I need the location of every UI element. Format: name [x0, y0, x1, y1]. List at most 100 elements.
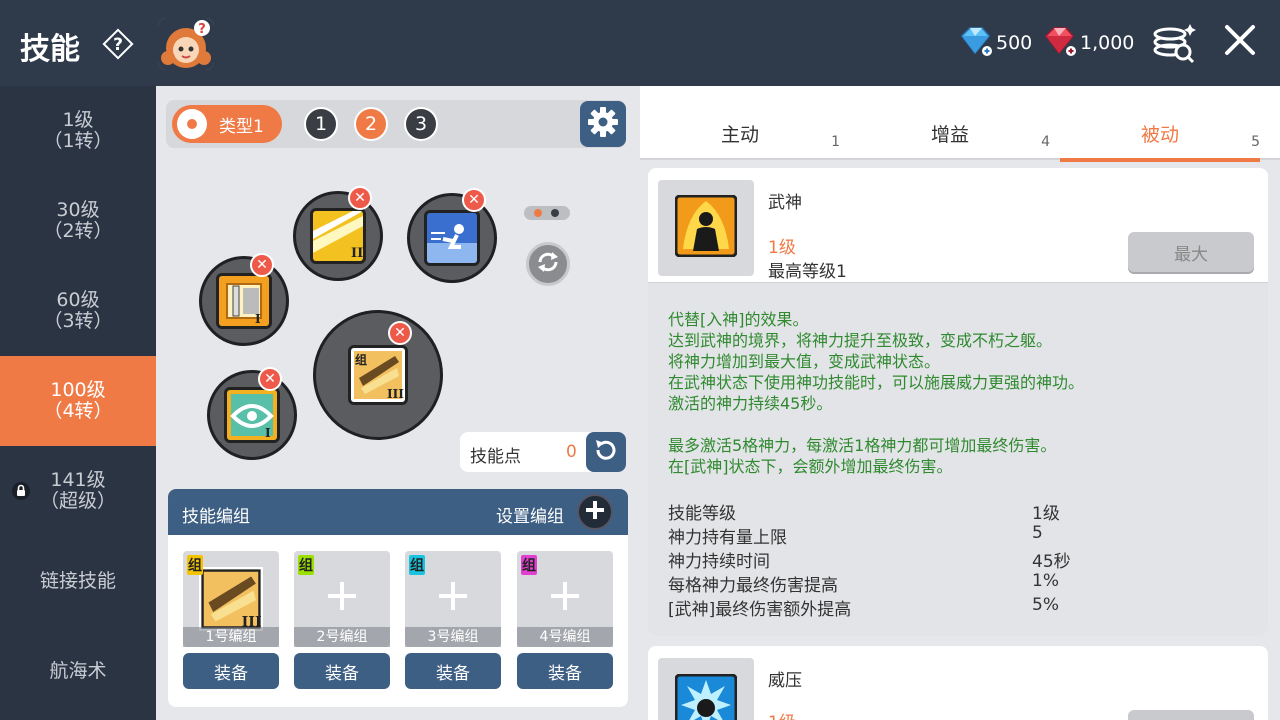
skill-icon-frame: [658, 180, 754, 276]
skill-max-level: 最高等级1: [768, 262, 847, 282]
sidebar-item-sublabel: （1转）: [43, 130, 113, 152]
lightning-skill-icon: II: [310, 208, 366, 264]
refresh-icon: [593, 437, 619, 467]
reset-skill-points-button[interactable]: [586, 432, 626, 472]
skill-slot-left[interactable]: I ✕: [199, 253, 289, 346]
skill-group-title: 技能编组: [182, 507, 250, 527]
sidebar-item-level-100[interactable]: 100级 （4转）: [0, 356, 156, 446]
tab-buff-skills[interactable]: 增益 4: [850, 86, 1060, 160]
help-icon[interactable]: ?: [99, 25, 137, 63]
helper-avatar[interactable]: ?: [158, 18, 214, 70]
sidebar-item-sublabel: （超级）: [39, 490, 116, 512]
group-tag: 组: [521, 555, 537, 575]
stat-value: 5%: [1032, 595, 1059, 615]
remove-skill-button[interactable]: ✕: [348, 186, 372, 210]
preset-type-label: 类型1: [219, 116, 264, 137]
stat-key: 技能等级: [668, 504, 736, 524]
swap-button[interactable]: [526, 242, 570, 286]
equip-button-1[interactable]: 装备: [183, 653, 279, 689]
close-icon[interactable]: [1222, 22, 1258, 58]
group-slot-label: 4号编组: [517, 627, 613, 647]
red-gem-icon: [1042, 26, 1076, 61]
sidebar-item-label: 60级: [56, 289, 100, 311]
group-slot-3[interactable]: 组 3号编组: [405, 551, 501, 647]
set-group-label[interactable]: 设置编组: [496, 502, 564, 527]
refresh-icon: [534, 248, 562, 280]
settings-button[interactable]: [580, 101, 626, 147]
gear-icon: [587, 106, 619, 142]
skill-stats: 技能等级 1级 神力持有量上限 5 神力持续时间 45秒 每格神力最终伤害提高 1% […: [668, 499, 1228, 620]
preset-bar: 类型1 1 2 3: [166, 100, 626, 148]
sidebar-item-navigation[interactable]: 航海术: [0, 626, 156, 716]
combo-skill-icon: III: [199, 567, 263, 631]
skill-name: 武神: [768, 193, 802, 213]
preset-type-button[interactable]: 类型1: [172, 105, 282, 143]
group-slot-1[interactable]: III 组 1号编组: [183, 551, 279, 647]
equip-button-2[interactable]: 装备: [294, 653, 390, 689]
group-slot-label: 2号编组: [294, 627, 390, 647]
stat-value: 45秒: [1032, 552, 1071, 572]
svg-text:III: III: [387, 387, 404, 401]
top-bar: 技能 ? ? 500 1,000: [0, 0, 1280, 86]
group-slot-4[interactable]: 组 4号编组: [517, 551, 613, 647]
preset-number-1[interactable]: 1: [304, 107, 338, 141]
sidebar-item-label: 航海术: [49, 659, 107, 682]
gem-currency[interactable]: 500: [958, 26, 1032, 61]
sidebar-item-link-skills[interactable]: 链接技能: [0, 536, 156, 626]
tab-count: 5: [1251, 134, 1260, 150]
coin-search-icon[interactable]: [1150, 20, 1198, 64]
max-level-button[interactable]: [1128, 710, 1254, 720]
remove-skill-button[interactable]: ✕: [388, 321, 412, 345]
tab-count: 4: [1041, 134, 1050, 150]
lock-icon: [12, 482, 30, 505]
skill-slot-center-large[interactable]: 组 III ✕: [313, 310, 443, 440]
remove-skill-button[interactable]: ✕: [258, 367, 282, 391]
sidebar-item-level-141[interactable]: 141级 （超级）: [0, 446, 156, 536]
skill-card[interactable]: 武神 1级 最高等级1 最大 代替[入神]的效果。 达到武神的境界，将神力提升至…: [648, 168, 1268, 636]
wave-skill-icon: I: [224, 387, 280, 443]
blue-gem-icon: [958, 26, 992, 61]
sidebar-item-label: 100级: [50, 379, 106, 401]
sidebar-item-label: 141级: [50, 469, 106, 491]
plus-icon: [585, 500, 605, 525]
stat-key: 神力持续时间: [668, 552, 770, 572]
skill-points-box: 技能点 0: [460, 432, 626, 472]
preset-number-3[interactable]: 3: [404, 107, 438, 141]
skill-icon-frame: [658, 658, 754, 720]
stat-key: 每格神力最终伤害提高: [668, 576, 838, 596]
stat-row: 神力持续时间 45秒: [668, 547, 1228, 572]
skill-preset-panel: 类型1 1 2 3 II ✕ ✕ I ✕ 组 III ✕ I ✕ 技能点 0 技…: [156, 86, 640, 720]
skill-group-panel: 技能编组 设置编组 III 组 1号编组 组 2号编组 组 3号编组 组 4号编…: [168, 489, 628, 707]
svg-text:组: 组: [355, 352, 367, 367]
equip-button-4[interactable]: 装备: [517, 653, 613, 689]
skill-level: 1级: [768, 708, 796, 720]
sidebar-item-level-30[interactable]: 30级 （2转）: [0, 176, 156, 266]
sidebar-item-level-1[interactable]: 1级 （1转）: [0, 86, 156, 176]
sidebar-item-sublabel: （2转）: [43, 220, 113, 242]
preset-number-2[interactable]: 2: [354, 107, 388, 141]
svg-text:?: ?: [198, 22, 206, 37]
skill-slot-top-right[interactable]: ✕: [407, 188, 497, 283]
skill-slot-bottom-left[interactable]: I ✕: [207, 367, 297, 460]
add-group-button[interactable]: [577, 494, 613, 530]
equip-button-3[interactable]: 装备: [405, 653, 501, 689]
group-slot-2[interactable]: 组 2号编组: [294, 551, 390, 647]
sidebar-item-sublabel: （4转）: [43, 400, 113, 422]
skill-points-label: 技能点: [470, 447, 521, 467]
skill-card[interactable]: 威压 1级: [648, 646, 1268, 720]
pressure-skill-icon: [674, 673, 738, 720]
tab-active-skills[interactable]: 主动 1: [640, 86, 850, 160]
ruby-currency[interactable]: 1,000: [1042, 26, 1134, 61]
remove-skill-button[interactable]: ✕: [462, 188, 486, 212]
sidebar-item-level-60[interactable]: 60级 （3转）: [0, 266, 156, 356]
stat-key: 神力持有量上限: [668, 528, 787, 548]
page-title: 技能: [20, 32, 80, 67]
remove-skill-button[interactable]: ✕: [250, 253, 274, 277]
stat-key: [武神]最终伤害额外提高: [668, 600, 852, 620]
max-level-button[interactable]: 最大: [1128, 232, 1254, 272]
group-tag: 组: [298, 555, 314, 575]
sidebar-item-label: 链接技能: [39, 569, 116, 592]
skill-slot-top-left[interactable]: II ✕: [293, 186, 383, 281]
tab-label: 增益: [930, 124, 969, 146]
tab-passive-skills[interactable]: 被动 5: [1060, 86, 1270, 162]
